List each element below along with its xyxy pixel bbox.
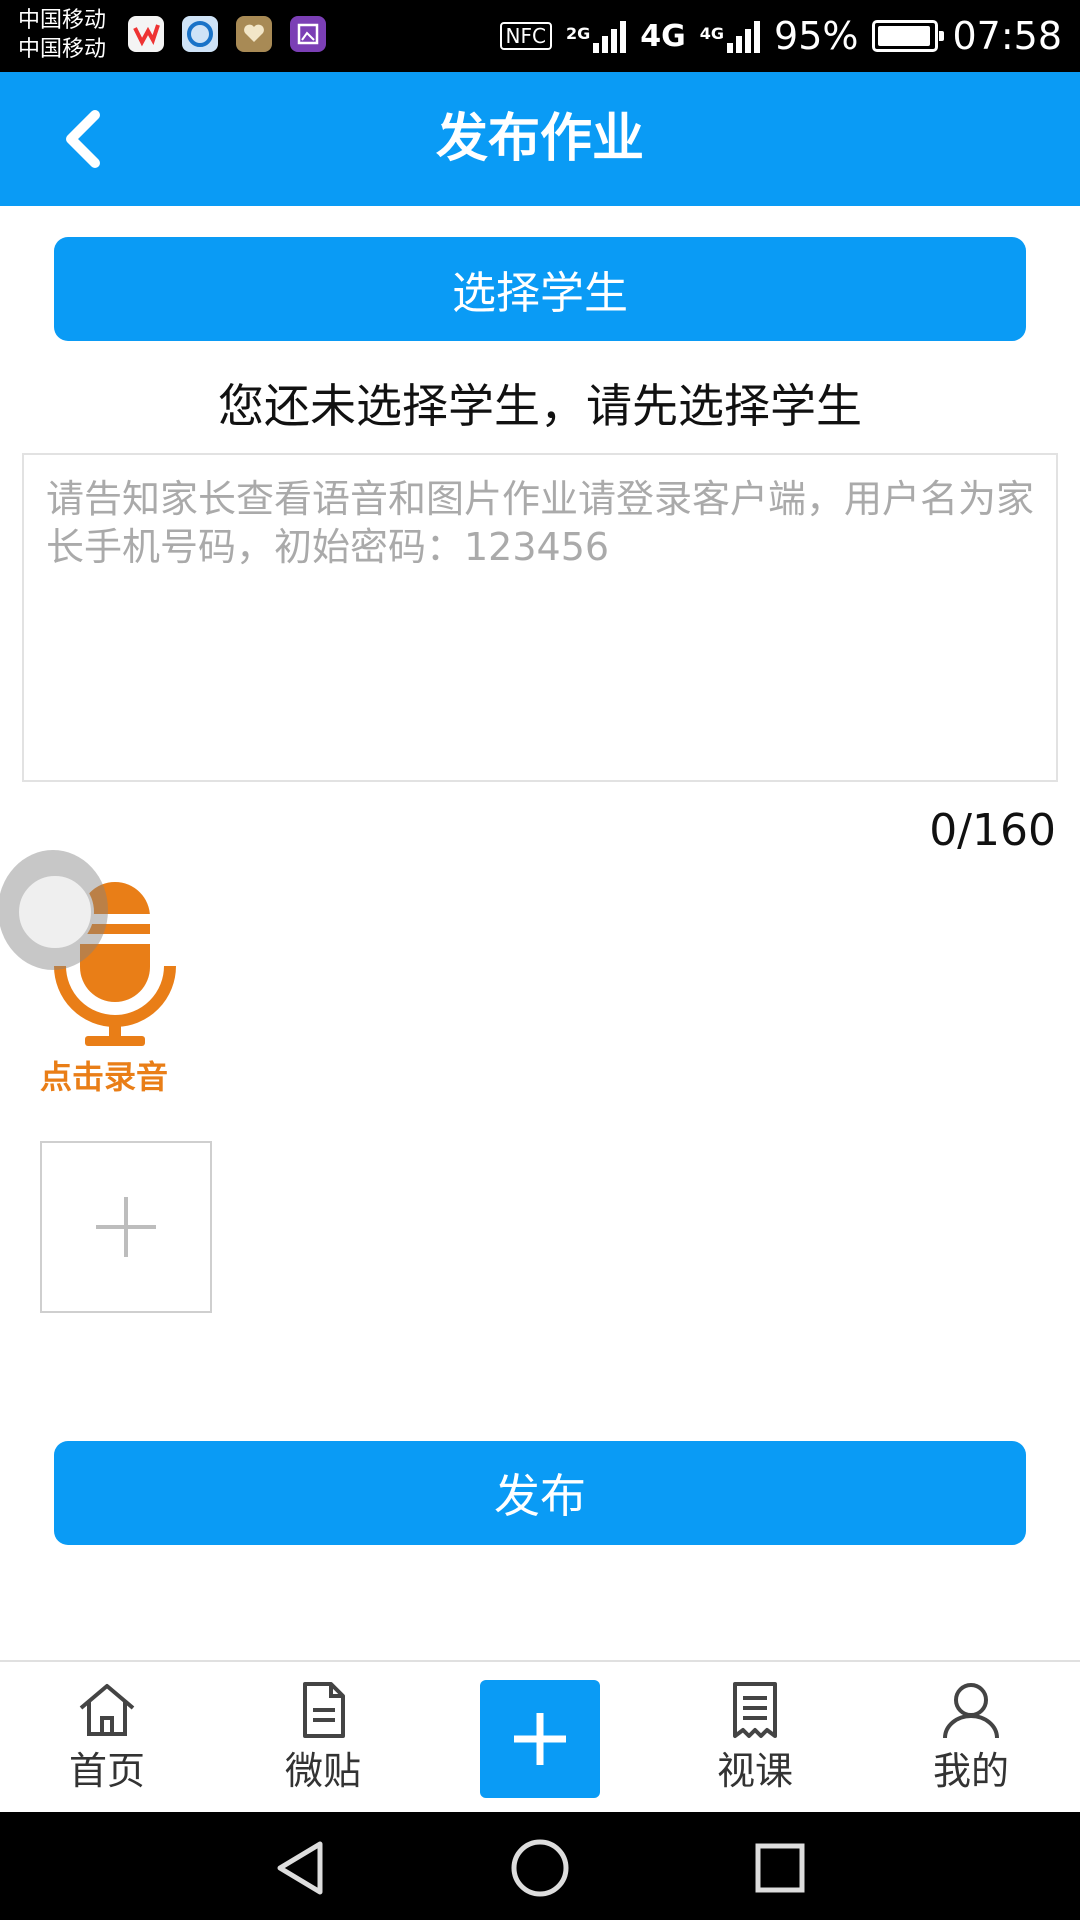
receipt-icon: [733, 1682, 777, 1738]
add-image-button[interactable]: [40, 1141, 212, 1313]
tab-weitie-label: 微贴: [284, 1749, 361, 1793]
tab-shike-label: 视课: [716, 1749, 793, 1793]
app-icon-blue: [182, 16, 218, 52]
network-4g-label: 4G: [640, 18, 686, 54]
no-student-hint: 您还未选择学生，请先选择学生: [218, 379, 862, 433]
nav-home-button[interactable]: [508, 1836, 572, 1900]
carrier-info: 中国移动 中国移动: [18, 6, 106, 64]
signal-4g-icon: 4G: [699, 19, 761, 53]
chevron-left-icon: [66, 110, 100, 168]
plus-icon: [514, 1713, 566, 1765]
record-label: 点击录音: [40, 1058, 169, 1096]
square-recents-icon: [755, 1843, 805, 1893]
publish-button[interactable]: 发布: [54, 1441, 1026, 1545]
signal-4g-label: 4G: [699, 24, 725, 43]
status-right: NFC 2G 4G 4G 95% 07:58: [499, 10, 1062, 62]
nav-recents-button[interactable]: [748, 1836, 812, 1900]
status-bar: 中国移动 中国移动 NFC 2G 4G 4G 95% 07:58: [0, 0, 1080, 72]
nfc-icon: NFC: [499, 22, 552, 50]
system-nav-bar: [0, 1812, 1080, 1920]
tab-weitie[interactable]: 微贴: [243, 1662, 403, 1812]
app-icon-gold: [236, 16, 272, 52]
nav-back-button[interactable]: [268, 1836, 332, 1900]
tab-mine-label: 我的: [932, 1749, 1009, 1793]
document-icon: [303, 1682, 345, 1738]
home-icon: [79, 1684, 135, 1736]
homework-message-input[interactable]: [22, 453, 1058, 782]
battery-percent: 95%: [774, 14, 859, 58]
plus-icon: [96, 1197, 156, 1257]
screen: 中国移动 中国移动 NFC 2G 4G 4G 95% 07:58 发布作业 选择…: [0, 0, 1080, 1920]
app-icon-purple: [290, 16, 326, 52]
carrier-2: 中国移动: [18, 37, 107, 62]
tab-shike[interactable]: 视课: [675, 1662, 835, 1812]
battery-icon: [872, 20, 945, 52]
status-time: 07:58: [952, 14, 1062, 58]
app-icon-red: [128, 16, 164, 52]
circle-home-icon: [511, 1839, 569, 1897]
back-button[interactable]: [48, 104, 118, 174]
bottom-tab-bar: 首页 微贴 视课 我的: [0, 1660, 1080, 1812]
char-counter: 0/160: [929, 805, 1056, 856]
user-icon: [943, 1683, 999, 1739]
title-bar: 发布作业: [0, 72, 1080, 206]
tab-home-label: 首页: [68, 1749, 145, 1793]
tab-mine[interactable]: 我的: [891, 1662, 1051, 1812]
carrier-1: 中国移动: [18, 8, 107, 33]
signal-2g-icon: 2G: [565, 19, 627, 53]
touch-indicator: [0, 850, 108, 970]
select-students-button[interactable]: 选择学生: [54, 237, 1026, 341]
signal-2g-label: 2G: [565, 24, 591, 43]
notification-icons: [128, 16, 326, 52]
battery-fill: [878, 26, 930, 46]
tab-add-button[interactable]: [480, 1680, 600, 1798]
page-title: 发布作业: [435, 109, 644, 169]
tab-home[interactable]: 首页: [27, 1662, 187, 1812]
triangle-back-icon: [277, 1841, 323, 1895]
